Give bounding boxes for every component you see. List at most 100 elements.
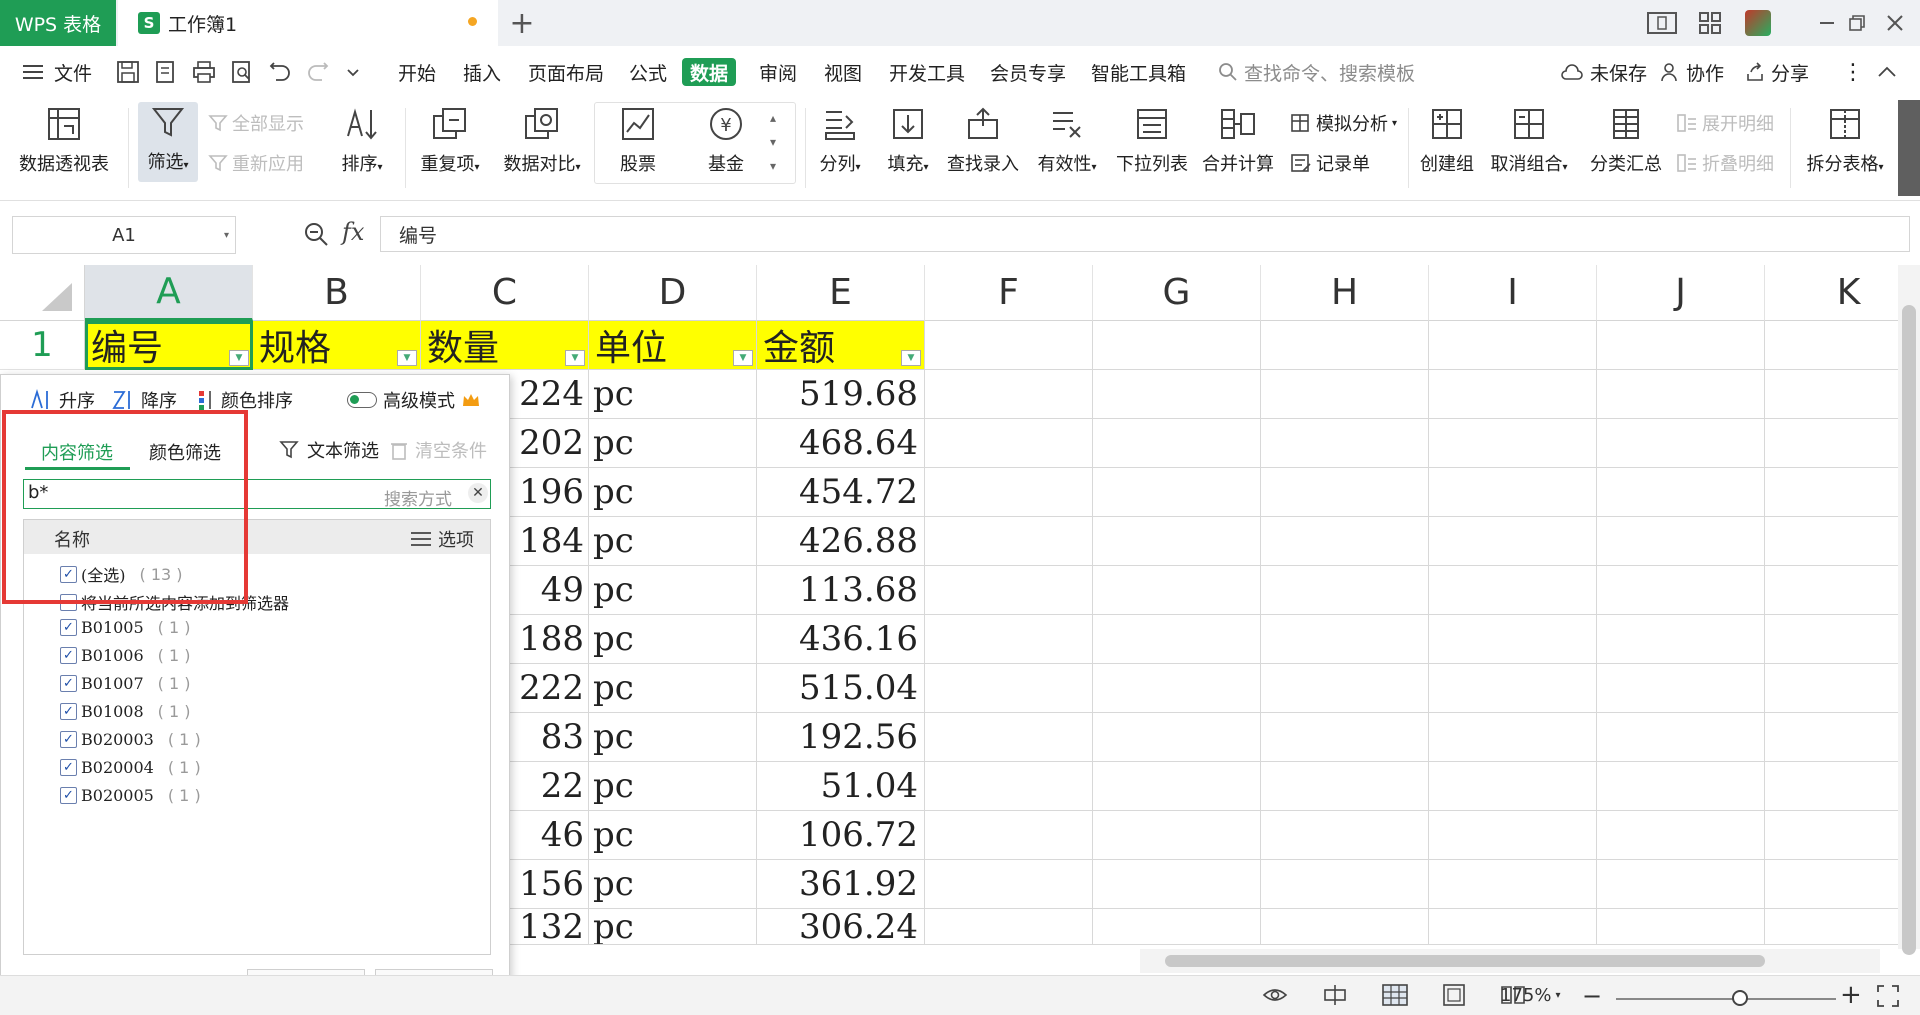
dropdown-list-button[interactable]: 下拉列表: [1114, 104, 1190, 176]
unit-cell[interactable]: pc: [589, 517, 757, 566]
filter-dropdown-icon[interactable]: ▼: [229, 350, 249, 366]
list-item[interactable]: ✓ B01006 ( 1 ): [60, 646, 191, 665]
empty-cell[interactable]: [1429, 468, 1597, 517]
empty-cell[interactable]: [1765, 517, 1920, 566]
empty-cell[interactable]: [1765, 370, 1920, 419]
filter-item-checkbox[interactable]: ✓: [60, 759, 77, 776]
filter-item-checkbox[interactable]: ✓: [60, 675, 77, 692]
empty-cell[interactable]: [1429, 321, 1597, 370]
quantity-cell[interactable]: 46: [510, 811, 589, 860]
zoom-level[interactable]: 175% ▾: [1500, 985, 1561, 1006]
select-all-corner[interactable]: [0, 265, 85, 321]
amount-cell[interactable]: 51.04: [757, 762, 925, 811]
quantity-cell[interactable]: 196: [510, 468, 589, 517]
empty-cell[interactable]: [925, 615, 1093, 664]
empty-cell[interactable]: [1765, 909, 1920, 945]
amount-cell[interactable]: 519.68: [757, 370, 925, 419]
amount-cell[interactable]: 361.92: [757, 860, 925, 909]
amount-cell[interactable]: 454.72: [757, 468, 925, 517]
unit-cell[interactable]: pc: [589, 713, 757, 762]
amount-cell[interactable]: 106.72: [757, 811, 925, 860]
column-header-d[interactable]: D: [589, 265, 757, 321]
quantity-cell[interactable]: 202: [510, 419, 589, 468]
save-icon[interactable]: [116, 60, 140, 84]
empty-cell[interactable]: [925, 419, 1093, 468]
list-item[interactable]: ✓ B020004 ( 1 ): [60, 758, 201, 777]
amount-cell[interactable]: 468.64: [757, 419, 925, 468]
validity-button[interactable]: 有效性▾: [1033, 104, 1101, 176]
empty-cell[interactable]: [1429, 664, 1597, 713]
column-header-k[interactable]: K: [1765, 265, 1920, 321]
more-vertical-icon[interactable]: ⋮: [1842, 58, 1864, 86]
empty-cell[interactable]: [925, 909, 1093, 945]
header-cell[interactable]: 单位 ▼: [589, 321, 757, 370]
amount-cell[interactable]: 515.04: [757, 664, 925, 713]
empty-cell[interactable]: [1765, 566, 1920, 615]
column-header-a[interactable]: A: [85, 265, 253, 321]
gallery-scroll[interactable]: ▴ ▾ ▾: [770, 106, 776, 178]
horizontal-scrollbar[interactable]: [1140, 949, 1880, 973]
empty-cell[interactable]: [1429, 762, 1597, 811]
column-header-e[interactable]: E: [757, 265, 925, 321]
amount-cell[interactable]: 426.88: [757, 517, 925, 566]
vertical-scrollbar[interactable]: [1898, 265, 1920, 955]
empty-cell[interactable]: [1093, 713, 1261, 762]
amount-cell[interactable]: 436.16: [757, 615, 925, 664]
empty-cell[interactable]: [1093, 762, 1261, 811]
empty-cell[interactable]: [1429, 909, 1597, 945]
menu-data[interactable]: 数据: [682, 58, 737, 86]
empty-cell[interactable]: [1429, 860, 1597, 909]
empty-cell[interactable]: [1597, 762, 1765, 811]
command-search[interactable]: 查找命令、搜索模板: [1218, 58, 1415, 86]
filter-item-checkbox[interactable]: ✓: [60, 647, 77, 664]
quantity-cell[interactable]: 132: [510, 909, 589, 945]
filter-item-checkbox[interactable]: ✓: [60, 787, 77, 804]
search-mode-link[interactable]: 搜索方式: [384, 485, 452, 510]
new-tab-button[interactable]: +: [505, 6, 539, 41]
empty-cell[interactable]: [925, 713, 1093, 762]
split-column-button[interactable]: 分列▾: [812, 104, 868, 176]
layout-icon[interactable]: [1645, 8, 1679, 38]
filter-dropdown-icon[interactable]: ▼: [901, 350, 921, 366]
header-cell[interactable]: 金额 ▼: [757, 321, 925, 370]
empty-cell[interactable]: [1261, 762, 1429, 811]
empty-cell[interactable]: [1261, 517, 1429, 566]
empty-cell[interactable]: [1093, 517, 1261, 566]
empty-cell[interactable]: [1597, 370, 1765, 419]
redo-icon[interactable]: [306, 60, 330, 84]
empty-cell[interactable]: [925, 468, 1093, 517]
zoom-in-button[interactable]: +: [1840, 980, 1862, 1010]
zoom-formula-icon[interactable]: [302, 220, 330, 253]
empty-cell[interactable]: [1093, 664, 1261, 713]
share-button[interactable]: 分享: [1745, 58, 1809, 86]
empty-cell[interactable]: [1597, 713, 1765, 762]
quantity-cell[interactable]: 224: [510, 370, 589, 419]
reapply-button[interactable]: 重新应用: [208, 150, 304, 176]
page-layout-view-icon[interactable]: [1442, 984, 1466, 1006]
sort-button[interactable]: 排序▾: [332, 104, 392, 176]
amount-cell[interactable]: 113.68: [757, 566, 925, 615]
record-form-button[interactable]: 记录单: [1290, 150, 1370, 176]
filter-dropdown-icon[interactable]: ▼: [397, 350, 417, 366]
empty-cell[interactable]: [1093, 615, 1261, 664]
simulate-button[interactable]: 模拟分析 ▾: [1290, 110, 1397, 136]
name-box[interactable]: A1 ▾: [12, 216, 236, 254]
ungroup-button[interactable]: 取消组合▾: [1487, 104, 1571, 176]
empty-cell[interactable]: [1597, 468, 1765, 517]
unit-cell[interactable]: pc: [589, 419, 757, 468]
empty-cell[interactable]: [1597, 860, 1765, 909]
more-chevron-down-icon[interactable]: [344, 60, 362, 84]
filter-item-checkbox[interactable]: ✓: [60, 619, 77, 636]
subtotal-button[interactable]: 分类汇总: [1588, 104, 1664, 176]
quantity-cell[interactable]: 22: [510, 762, 589, 811]
file-menu[interactable]: 文件: [22, 58, 92, 86]
print-preview-icon[interactable]: [230, 60, 254, 84]
empty-cell[interactable]: [1765, 860, 1920, 909]
empty-cell[interactable]: [1093, 370, 1261, 419]
empty-cell[interactable]: [1093, 811, 1261, 860]
empty-cell[interactable]: [1765, 713, 1920, 762]
app-tab[interactable]: WPS 表格: [0, 0, 116, 46]
lookup-entry-button[interactable]: 查找录入: [946, 104, 1020, 176]
list-item[interactable]: ✓ B020005 ( 1 ): [60, 786, 201, 805]
unit-cell[interactable]: pc: [589, 762, 757, 811]
